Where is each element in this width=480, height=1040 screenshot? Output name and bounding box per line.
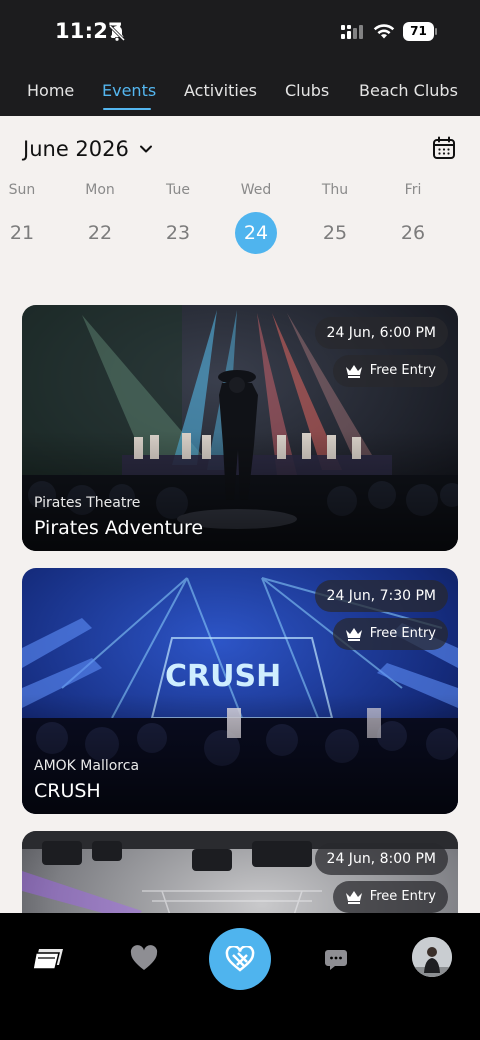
battery-level: 71 xyxy=(403,22,434,41)
day-date: 21 xyxy=(9,222,35,244)
free-entry-badge: Free Entry xyxy=(332,355,448,387)
event-datetime: 24 Jun, 8:00 PM xyxy=(314,843,448,875)
bottom-navigation xyxy=(0,913,480,1040)
free-entry-label: Free Entry xyxy=(369,363,436,378)
day-thu[interactable]: Thu 25 xyxy=(305,182,365,254)
active-tab-indicator xyxy=(103,108,151,110)
day-date: 23 xyxy=(165,222,191,244)
day-sun[interactable]: Sun 21 xyxy=(0,182,52,254)
chevron-down-icon xyxy=(139,145,152,153)
profile-photo xyxy=(412,937,452,977)
crown-icon xyxy=(345,628,362,641)
event-title: CRUSH xyxy=(34,780,101,802)
crush-sign-text: CRUSH xyxy=(165,659,281,694)
home-brand-button[interactable] xyxy=(209,928,271,990)
event-card[interactable]: 24 Jun, 8:00 PM Free Entry xyxy=(22,831,458,913)
day-name: Tue xyxy=(166,182,190,198)
event-title: Pirates Adventure xyxy=(34,517,204,539)
event-venue: AMOK Mallorca xyxy=(34,758,140,774)
tab-activities[interactable]: Activities xyxy=(184,81,257,100)
day-date: 22 xyxy=(87,222,113,244)
tab-clubs[interactable]: Clubs xyxy=(285,81,329,100)
tab-events[interactable]: Events xyxy=(102,81,156,100)
tickets-icon[interactable] xyxy=(33,947,65,971)
day-tue[interactable]: Tue 23 xyxy=(148,182,208,254)
events-content: June 2026 Sun 21 Mon 22 Tue 23 Wed 24 Th… xyxy=(0,116,480,913)
chat-icon[interactable] xyxy=(324,948,348,972)
day-date: 25 xyxy=(322,222,348,244)
silent-bell-icon xyxy=(108,24,126,42)
calendar-icon[interactable] xyxy=(432,136,456,160)
free-entry-label: Free Entry xyxy=(369,626,436,641)
battery-icon: 71 xyxy=(403,22,437,41)
brand-heart-icon xyxy=(225,946,255,972)
day-date: 26 xyxy=(400,222,426,244)
free-entry-badge: Free Entry xyxy=(332,881,448,913)
event-card[interactable]: 24 Jun, 6:00 PM Free Entry Pirates Theat… xyxy=(22,305,458,551)
day-wed-selected[interactable]: Wed 24 xyxy=(226,182,286,254)
event-datetime: 24 Jun, 7:30 PM xyxy=(314,580,448,612)
heart-icon[interactable] xyxy=(130,945,158,971)
crown-icon xyxy=(345,891,362,904)
day-name: Sun xyxy=(8,182,36,198)
event-datetime: 24 Jun, 6:00 PM xyxy=(314,317,448,349)
wifi-icon xyxy=(373,24,395,39)
free-entry-badge: Free Entry xyxy=(332,618,448,650)
day-name: Mon xyxy=(85,182,115,198)
month-selector[interactable]: June 2026 xyxy=(23,137,153,161)
free-entry-label: Free Entry xyxy=(369,889,436,904)
day-fri[interactable]: Fri 26 xyxy=(383,182,443,254)
event-card[interactable]: CRUSH 24 Jun, 7:30 PM Free Entry AMOK Ma… xyxy=(22,568,458,814)
tab-home[interactable]: Home xyxy=(27,81,74,100)
day-name: Thu xyxy=(321,182,349,198)
day-name: Fri xyxy=(404,182,422,198)
top-navigation: Home Events Activities Clubs Beach Clubs xyxy=(0,64,480,116)
signal-icon xyxy=(341,25,363,39)
day-mon[interactable]: Mon 22 xyxy=(70,182,130,254)
status-bar: 11:27 71 xyxy=(0,0,480,64)
crown-icon xyxy=(345,365,362,378)
avatar[interactable] xyxy=(412,937,452,977)
event-venue: Pirates Theatre xyxy=(34,495,141,511)
tab-beach-clubs[interactable]: Beach Clubs xyxy=(359,81,458,100)
day-name: Wed xyxy=(240,182,272,198)
month-label: June 2026 xyxy=(23,137,129,161)
day-date: 24 xyxy=(235,212,277,254)
